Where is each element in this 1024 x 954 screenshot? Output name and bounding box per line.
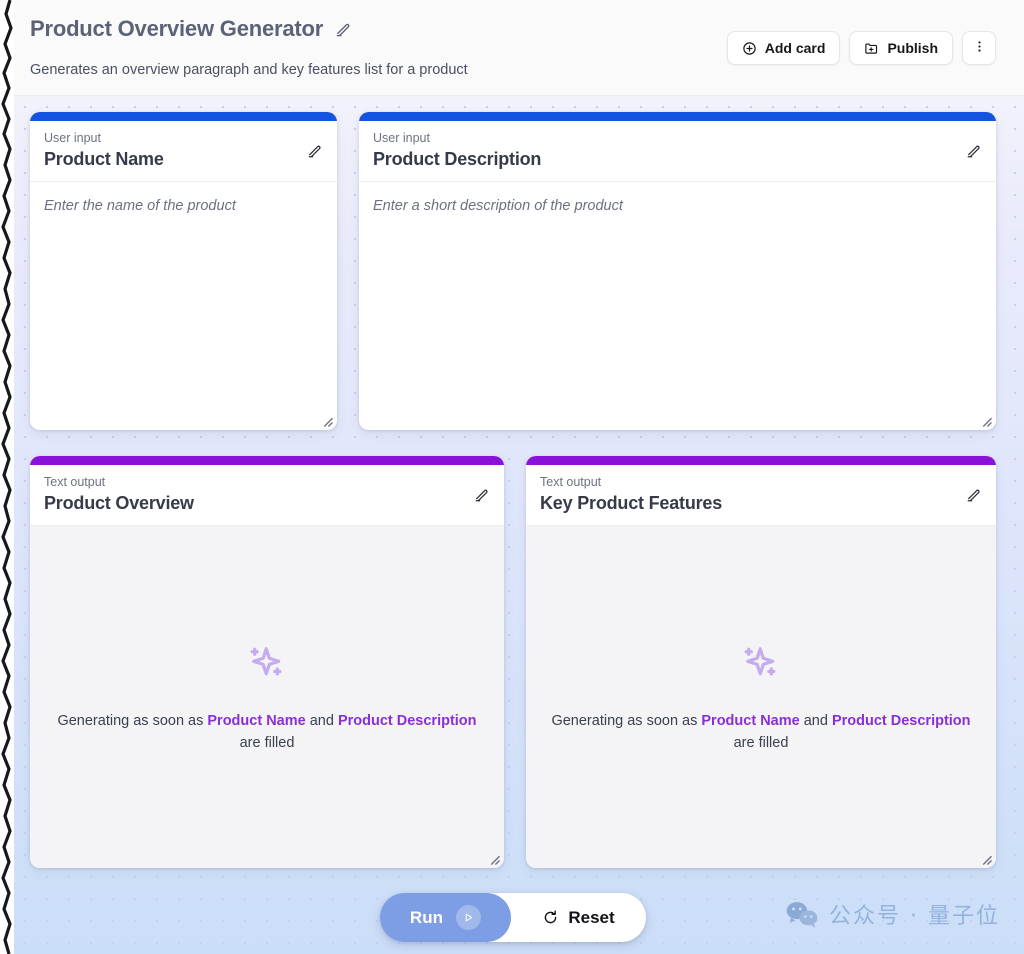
app-root: Product Overview Generator Generates an … xyxy=(0,0,1024,954)
card-product-overview[interactable]: Text output Product Overview Generating … xyxy=(30,456,504,868)
card-accent-bar xyxy=(30,112,337,121)
card-body: Generating as soon as Product Name and P… xyxy=(30,526,504,868)
generating-ref-product-description: Product Description xyxy=(831,712,971,729)
generating-middle: and xyxy=(799,712,832,729)
card-accent-bar xyxy=(30,456,504,465)
card-body: Generating as soon as Product Name and P… xyxy=(526,526,996,868)
card-canvas[interactable]: User input Product Name Enter the name o… xyxy=(14,96,1024,954)
card-kind-label: User input xyxy=(373,131,430,145)
run-label: Run xyxy=(409,907,444,927)
product-description-input-placeholder[interactable]: Enter a short description of the product xyxy=(373,196,982,216)
reset-label: Reset xyxy=(568,907,615,927)
reset-button[interactable]: Reset xyxy=(511,893,646,942)
three-dots-vertical-icon xyxy=(972,39,987,57)
card-title: Product Description xyxy=(373,148,542,169)
resize-handle[interactable] xyxy=(979,852,992,865)
generating-prefix: Generating as soon as xyxy=(551,712,702,729)
resize-handle[interactable] xyxy=(487,852,500,865)
card-key-product-features[interactable]: Text output Key Product Features Generat… xyxy=(526,456,996,868)
more-options-button[interactable] xyxy=(962,31,996,65)
generating-message: Generating as soon as Product Name and P… xyxy=(540,710,982,754)
card-product-description[interactable]: User input Product Description Enter a s… xyxy=(359,112,996,430)
app-header: Product Overview Generator Generates an … xyxy=(14,0,1024,96)
header-actions: Add card Publish xyxy=(726,31,996,65)
sparkles-icon xyxy=(244,641,290,692)
card-header: User input Product Name xyxy=(30,121,337,183)
add-card-button[interactable]: Add card xyxy=(726,31,841,65)
card-accent-bar xyxy=(526,456,996,465)
generating-middle: and xyxy=(305,712,338,729)
publish-label: Publish xyxy=(887,40,938,56)
card-header: User input Product Description xyxy=(359,121,996,183)
generating-message: Generating as soon as Product Name and P… xyxy=(44,710,490,754)
page-title: Product Overview Generator xyxy=(30,16,324,41)
publish-button[interactable]: Publish xyxy=(849,31,953,65)
page-subtitle: Generates an overview paragraph and key … xyxy=(30,62,468,78)
play-icon xyxy=(456,905,482,930)
generating-ref-product-description: Product Description xyxy=(337,712,477,729)
sparkles-icon xyxy=(738,641,784,692)
pencil-icon[interactable] xyxy=(474,487,490,503)
generating-ref-product-name: Product Name xyxy=(701,712,800,729)
generating-suffix: are filled xyxy=(733,734,789,751)
card-accent-bar xyxy=(359,112,996,121)
folder-plus-icon xyxy=(864,41,879,56)
pencil-icon[interactable] xyxy=(307,143,323,159)
generating-suffix: are filled xyxy=(239,734,295,751)
resize-handle[interactable] xyxy=(979,414,992,427)
card-body[interactable]: Enter a short description of the product xyxy=(359,182,996,430)
card-title: Product Name xyxy=(44,148,164,169)
pencil-icon[interactable] xyxy=(966,487,982,503)
card-header: Text output Product Overview xyxy=(30,465,504,527)
add-card-label: Add card xyxy=(764,40,826,56)
product-name-input-placeholder[interactable]: Enter the name of the product xyxy=(44,196,323,216)
resize-handle[interactable] xyxy=(320,414,333,427)
card-kind-label: Text output xyxy=(44,475,106,489)
generating-ref-product-name: Product Name xyxy=(207,712,306,729)
generating-prefix: Generating as soon as xyxy=(57,712,208,729)
run-button[interactable]: Run xyxy=(380,893,511,942)
plus-circle-icon xyxy=(742,41,757,56)
header-title-row: Product Overview Generator xyxy=(30,16,352,42)
card-product-name[interactable]: User input Product Name Enter the name o… xyxy=(30,112,337,430)
action-bar: Reset Run xyxy=(380,893,646,942)
card-kind-label: Text output xyxy=(540,475,602,489)
card-title: Product Overview xyxy=(44,492,194,513)
card-header: Text output Key Product Features xyxy=(526,465,996,527)
card-title: Key Product Features xyxy=(540,492,723,513)
refresh-icon xyxy=(542,909,559,926)
pencil-icon[interactable] xyxy=(335,21,352,38)
card-kind-label: User input xyxy=(44,131,101,145)
pencil-icon[interactable] xyxy=(966,143,982,159)
card-body[interactable]: Enter the name of the product xyxy=(30,182,337,430)
